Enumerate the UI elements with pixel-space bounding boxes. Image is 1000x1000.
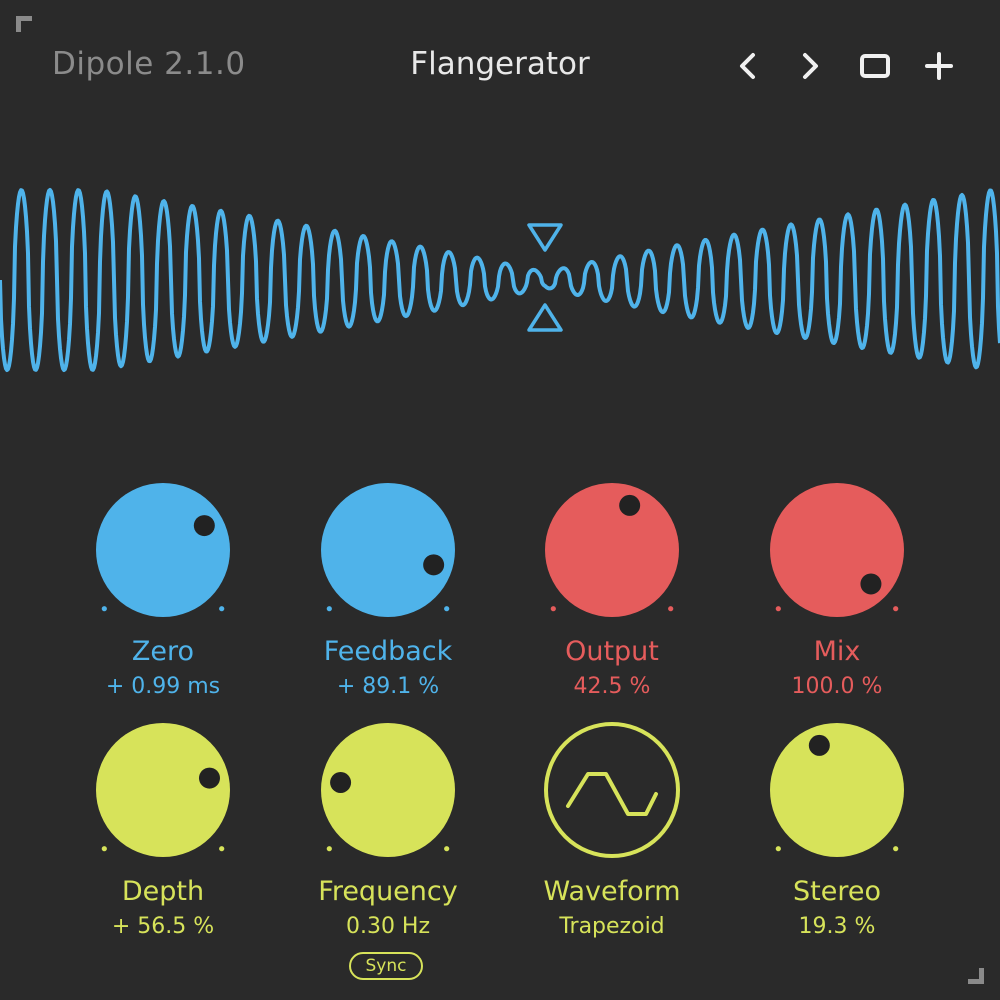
feedback-knob-body[interactable] <box>321 483 455 617</box>
trapezoid-wave-icon <box>566 772 658 816</box>
flanger-waveform <box>0 188 1000 372</box>
mix-knob-body[interactable] <box>770 483 904 617</box>
frequency-value: 0.30 Hz <box>345 914 431 939</box>
feedback-tick-max <box>444 606 450 612</box>
frequency-tick-min <box>326 846 332 852</box>
frequency-knob-pointer <box>330 771 352 793</box>
waveform-display[interactable] <box>0 150 1000 410</box>
resize-corner-bottom-right[interactable] <box>968 968 984 984</box>
window-button[interactable] <box>854 40 896 92</box>
mix-tick-min <box>775 606 781 612</box>
plus-icon <box>925 52 953 80</box>
frequency-knob[interactable] <box>308 710 468 870</box>
frequency-tick-max <box>444 846 450 852</box>
mix-value: 100.0 % <box>791 674 883 699</box>
output-knob-body[interactable] <box>545 483 679 617</box>
feedback-knob-pointer <box>423 554 445 576</box>
feedback-label: Feedback <box>323 636 453 667</box>
feedback-value: + 89.1 % <box>336 674 440 699</box>
toolbar <box>726 40 960 92</box>
stereo-label: Stereo <box>793 876 881 907</box>
depth-knob-pointer <box>198 767 220 789</box>
depth-value: + 56.5 % <box>111 914 215 939</box>
stereo-knob-body[interactable] <box>770 723 904 857</box>
mix-knob[interactable] <box>757 470 917 630</box>
square-icon <box>860 54 890 78</box>
output-value: 42.5 % <box>573 674 651 699</box>
output-knob[interactable] <box>532 470 692 630</box>
waveform-label: Waveform <box>543 876 681 907</box>
stereo-knob-pointer <box>808 734 830 756</box>
zero-knob-body[interactable] <box>96 483 230 617</box>
zero-marker-bottom-icon[interactable] <box>527 303 563 332</box>
output-label: Output <box>565 636 659 667</box>
stereo-tick-min <box>775 846 781 852</box>
sync-button[interactable]: Sync <box>349 952 423 980</box>
depth-knob[interactable] <box>83 710 243 870</box>
depth-tick-min <box>101 846 107 852</box>
feedback-tick-min <box>326 606 332 612</box>
stereo-tick-max <box>893 846 899 852</box>
output-tick-min <box>550 606 556 612</box>
chevron-right-icon <box>803 53 818 79</box>
zero-label: Zero <box>131 636 195 667</box>
zero-marker-top-icon[interactable] <box>527 223 563 252</box>
zero-tick-min <box>101 606 107 612</box>
waveform-value: Trapezoid <box>559 914 665 939</box>
prev-preset-button[interactable] <box>726 40 768 92</box>
depth-tick-max <box>219 846 225 852</box>
frequency-label: Frequency <box>318 876 458 907</box>
next-preset-button[interactable] <box>790 40 832 92</box>
output-tick-max <box>668 606 674 612</box>
feedback-knob[interactable] <box>308 470 468 630</box>
mix-knob-pointer <box>860 573 882 595</box>
add-button[interactable] <box>918 40 960 92</box>
zero-knob[interactable] <box>83 470 243 630</box>
depth-knob-body[interactable] <box>96 723 230 857</box>
chevron-left-icon <box>740 53 755 79</box>
depth-label: Depth <box>121 876 205 907</box>
mix-tick-max <box>893 606 899 612</box>
mix-label: Mix <box>813 636 861 667</box>
waveform-selector[interactable] <box>532 710 692 870</box>
zero-tick-max <box>219 606 225 612</box>
output-knob-pointer <box>619 494 641 516</box>
zero-knob-pointer <box>193 515 215 537</box>
zero-value: + 0.99 ms <box>105 674 221 699</box>
stereo-knob[interactable] <box>757 710 917 870</box>
resize-corner-top-left <box>16 16 32 32</box>
stereo-value: 19.3 % <box>798 914 876 939</box>
